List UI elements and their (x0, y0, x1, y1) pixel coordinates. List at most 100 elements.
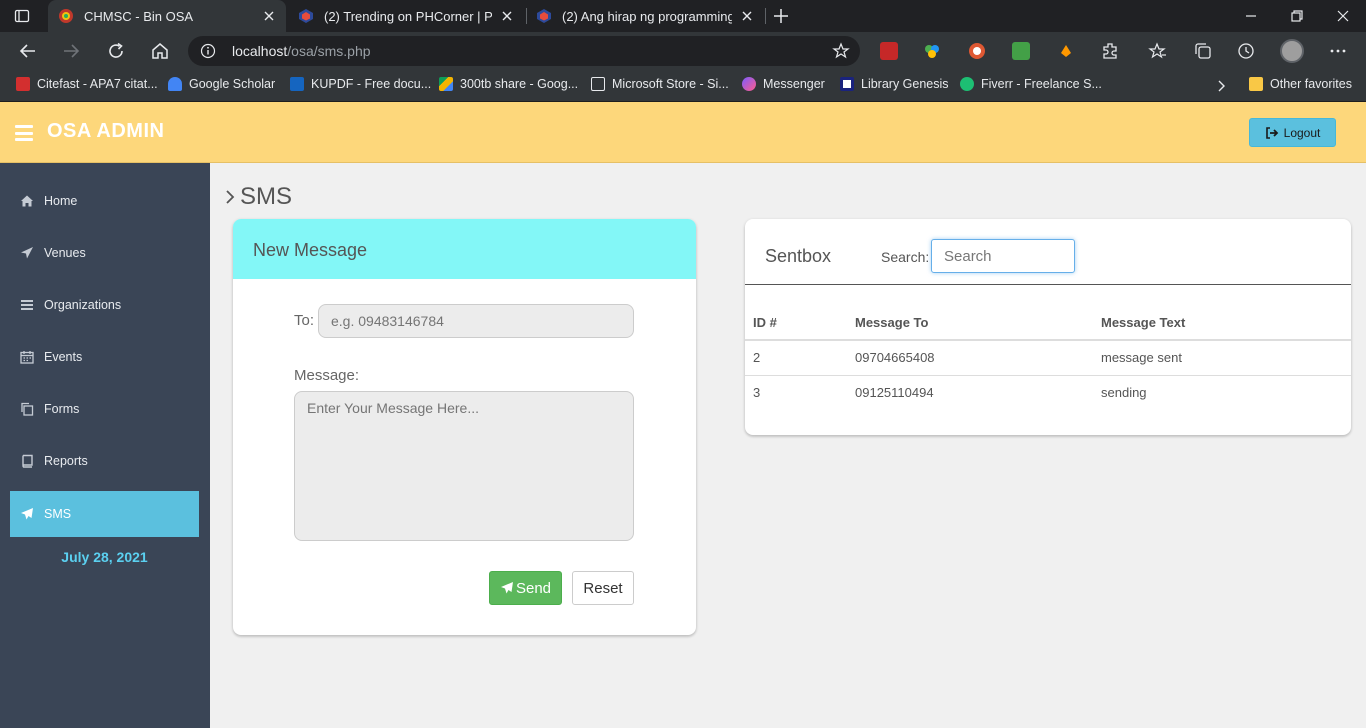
current-date: July 28, 2021 (61, 549, 148, 565)
url-text: localhost/osa/sms.php (232, 43, 371, 59)
browser-toolbar: localhost/osa/sms.php (0, 32, 1366, 70)
bookmark-300tb[interactable]: 300tb share - Goog... (439, 77, 578, 91)
bookmark-citefast[interactable]: Citefast - APA7 citat... (16, 77, 158, 91)
menu-toggle-icon[interactable] (15, 125, 33, 141)
add-favorite-icon[interactable] (832, 42, 850, 60)
new-message-heading: New Message (233, 219, 696, 279)
home-icon[interactable] (150, 41, 170, 61)
table-row[interactable]: 3 09125110494 sending (745, 375, 1351, 410)
cell-message-text: sending (1101, 385, 1147, 401)
back-arrow-icon[interactable] (18, 41, 38, 61)
minimize-icon[interactable] (1243, 8, 1259, 24)
bookmark-other-favorites[interactable]: Other favorites (1249, 77, 1352, 91)
sidebar-item-reports[interactable]: Reports (10, 438, 199, 484)
collections-icon[interactable] (1193, 41, 1213, 61)
new-message-card: New Message To: Message: Send Reset (233, 219, 696, 635)
bookmark-messenger[interactable]: Messenger (742, 77, 825, 91)
column-header-message-text[interactable]: Message Text (1093, 305, 1351, 341)
sidebar-item-sms[interactable]: SMS (10, 491, 199, 537)
close-window-icon[interactable] (1335, 8, 1351, 24)
extensions-icon[interactable] (1100, 41, 1120, 61)
favorites-icon[interactable] (1148, 41, 1168, 61)
sidebar-item-events[interactable]: Events (10, 334, 199, 380)
bookmark-label: KUPDF - Free docu... (311, 77, 432, 91)
message-label: Message: (294, 367, 360, 384)
reset-button[interactable]: Reset (572, 571, 634, 605)
folder-icon (1249, 77, 1263, 91)
cell-message-to: 09125110494 (855, 385, 934, 401)
tab-actions-icon[interactable] (14, 8, 30, 24)
bookmark-label: Fiverr - Freelance S... (981, 77, 1102, 91)
cell-message-to: 09704665408 (847, 340, 1093, 376)
column-header-id[interactable]: ID # (745, 305, 847, 341)
phcorner-logo-icon (299, 9, 313, 23)
message-textarea[interactable] (294, 391, 634, 541)
send-button[interactable]: Send (489, 571, 562, 605)
sidebar: Home Venues Organizations Events Forms R… (0, 163, 210, 728)
url-path: /osa/sms.php (287, 43, 371, 59)
tab-chmsc[interactable]: CHMSC - Bin OSA (48, 0, 286, 32)
tab-divider (765, 8, 766, 24)
close-icon[interactable] (500, 9, 514, 23)
extension-color-icon[interactable] (923, 42, 941, 60)
forward-arrow-icon[interactable] (61, 41, 81, 61)
recipient-input[interactable] (318, 304, 634, 338)
school-logo-icon (59, 9, 73, 23)
chevron-right-icon (226, 190, 235, 204)
logout-button[interactable]: Logout (1249, 118, 1336, 147)
search-input[interactable] (931, 239, 1075, 273)
sidebar-item-label: Venues (44, 246, 86, 260)
more-options-icon[interactable] (1328, 41, 1348, 61)
kupdf-icon (290, 77, 304, 91)
sidebar-item-forms[interactable]: Forms (10, 386, 199, 432)
location-arrow-icon (21, 247, 33, 259)
address-bar[interactable]: localhost/osa/sms.php (188, 36, 860, 66)
cell-id: 3 (753, 385, 761, 401)
tab-programming[interactable]: (2) Ang hirap ng programming | (526, 0, 764, 32)
cell-message-text: message sent (1093, 340, 1351, 376)
google-drive-icon (439, 77, 453, 91)
bookmark-label: Library Genesis (861, 77, 949, 91)
sentbox-divider (745, 284, 1351, 285)
sidebar-item-home[interactable]: Home (10, 178, 199, 224)
paper-plane-icon (500, 582, 513, 594)
table-header-row: ID # Message To Message Text (745, 305, 1351, 341)
bookmark-label: Messenger (763, 77, 825, 91)
bookmark-label: Other favorites (1270, 77, 1352, 91)
extension-orange-icon[interactable] (1057, 42, 1075, 60)
sidebar-item-organizations[interactable]: Organizations (10, 282, 199, 328)
book-icon (22, 454, 33, 468)
history-icon[interactable] (1236, 41, 1256, 61)
page-title: SMS (224, 183, 292, 211)
close-icon[interactable] (262, 9, 276, 23)
new-tab-icon[interactable] (772, 7, 790, 25)
bookmark-label: Google Scholar (189, 77, 276, 91)
library-icon (840, 77, 854, 91)
url-host: localhost (232, 43, 288, 59)
table-row[interactable]: 2 09704665408 message sent (745, 340, 1351, 376)
info-icon[interactable] (200, 43, 216, 59)
bookmark-fiverr[interactable]: Fiverr - Freelance S... (960, 77, 1102, 91)
profile-avatar[interactable] (1280, 39, 1304, 63)
bookmark-google-scholar[interactable]: Google Scholar (168, 77, 275, 91)
bookmark-microsoft-store[interactable]: Microsoft Store - Si... (591, 77, 729, 91)
scholar-icon (168, 77, 182, 91)
column-header-message-to[interactable]: Message To (847, 305, 1093, 341)
sentbox-heading: Sentbox (765, 246, 832, 266)
extension-duckduckgo-icon[interactable] (968, 42, 986, 60)
sidebar-item-venues[interactable]: Venues (10, 230, 199, 276)
chevron-right-icon[interactable] (1214, 79, 1228, 93)
bookmark-kupdf[interactable]: KUPDF - Free docu... (290, 77, 431, 91)
extension-red-icon[interactable] (880, 42, 898, 60)
extension-green-icon[interactable] (1012, 42, 1030, 60)
restore-icon[interactable] (1289, 8, 1305, 24)
refresh-icon[interactable] (106, 41, 126, 61)
app-header: OSA ADMIN Logout (0, 102, 1366, 163)
sidebar-item-label: Reports (44, 454, 88, 468)
sidebar-item-label: SMS (44, 507, 72, 521)
bookmark-library-genesis[interactable]: Library Genesis (840, 77, 949, 91)
close-icon[interactable] (740, 9, 754, 23)
sentbox-card: Sentbox Search: ID # Message To Message … (745, 219, 1351, 435)
tab-phcorner[interactable]: (2) Trending on PHCorner | Pinoy (288, 0, 524, 32)
send-label: Send (515, 579, 552, 597)
